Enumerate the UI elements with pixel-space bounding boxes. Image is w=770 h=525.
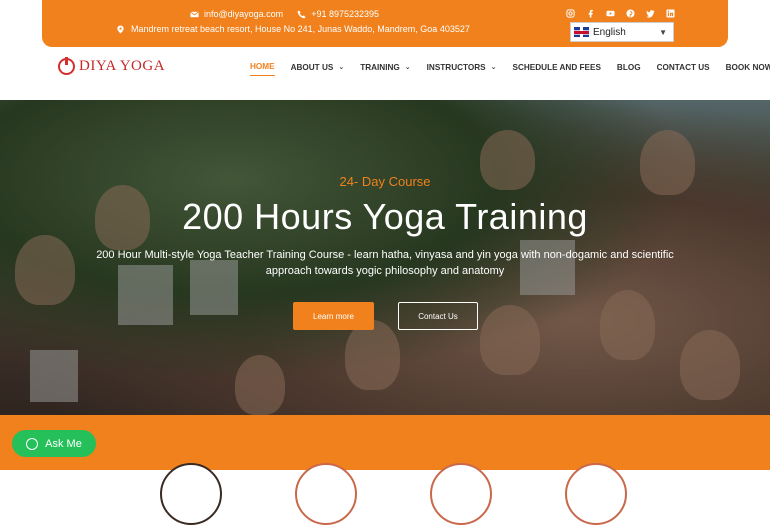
envelope-icon: [190, 10, 199, 17]
youtube-icon[interactable]: [606, 9, 615, 18]
twitter-icon[interactable]: [646, 9, 655, 18]
facebook-icon[interactable]: [586, 9, 595, 18]
hero-banner: 24- Day Course 200 Hours Yoga Training 2…: [0, 100, 770, 415]
nav-item-schedule-and-fees[interactable]: SCHEDULE AND FEES: [513, 62, 601, 76]
social-links: [566, 9, 675, 18]
logo-mark-icon: [58, 57, 75, 75]
nav-item-label: HOME: [250, 62, 275, 71]
logo-text: DIYA YOGA: [79, 58, 166, 74]
chevron-down-icon: ⌄: [490, 64, 497, 71]
nav-item-label: BOOK NOW: [725, 62, 770, 72]
nav-item-label: ABOUT US: [290, 62, 334, 72]
site-logo[interactable]: DIYA YOGA: [58, 57, 166, 75]
contact-row: info@diyayoga.com +91 8975232395: [190, 9, 379, 19]
pinterest-icon[interactable]: [626, 9, 635, 18]
whatsapp-icon: [26, 437, 39, 450]
hero-title: 200 Hours Yoga Training: [182, 196, 588, 237]
chevron-down-icon: ⌄: [338, 64, 345, 71]
nav-item-book-now[interactable]: BOOK NOW: [726, 62, 770, 76]
top-contact-bar: info@diyayoga.com +91 8975232395 Mandrem…: [42, 0, 728, 47]
nav-item-label: TRAINING: [360, 62, 400, 72]
map-pin-icon: [117, 24, 124, 34]
feature-circle: [430, 463, 492, 525]
nav-item-instructors[interactable]: INSTRUCTORS ⌄: [427, 62, 497, 76]
nav-item-home[interactable]: HOME: [250, 62, 275, 76]
address-row: Mandrem retreat beach resort, House No 2…: [116, 24, 470, 34]
instagram-icon[interactable]: [566, 9, 575, 18]
ask-me-chat-button[interactable]: Ask Me: [12, 430, 96, 457]
nav-item-blog[interactable]: BLOG: [617, 62, 641, 76]
email-text[interactable]: info@diyayoga.com: [204, 9, 283, 19]
hero-description: 200 Hour Multi-style Yoga Teacher Traini…: [96, 249, 674, 277]
nav-item-label: BLOG: [616, 62, 641, 72]
nav-item-label: INSTRUCTORS: [426, 62, 486, 72]
nav-item-label: SCHEDULE AND FEES: [512, 62, 601, 72]
main-navigation: DIYA YOGA HOME ABOUT US ⌄ TRAINING ⌄ INSTR…: [0, 48, 770, 100]
feature-circle: [160, 463, 222, 525]
language-selector[interactable]: English ▼: [570, 22, 674, 42]
feature-circle: [295, 463, 357, 525]
contact-us-button[interactable]: Contact Us: [398, 302, 478, 330]
phone-icon: [297, 9, 306, 19]
linkedin-icon[interactable]: [666, 9, 675, 18]
phone-text[interactable]: +91 8975232395: [311, 9, 379, 19]
ask-me-label: Ask Me: [45, 437, 82, 450]
address-text: Mandrem retreat beach resort, House No 2…: [131, 24, 470, 34]
hero-subtitle: 24- Day Course: [339, 174, 431, 189]
phone-item[interactable]: +91 8975232395: [297, 9, 379, 19]
nav-item-about-us[interactable]: ABOUT US ⌄: [291, 62, 345, 76]
email-item[interactable]: info@diyayoga.com: [190, 9, 283, 19]
nav-item-contact-us[interactable]: CONTACT US: [657, 62, 710, 76]
nav-menu: HOME ABOUT US ⌄ TRAINING ⌄ INSTRUCTORS ⌄ SC…: [250, 62, 770, 76]
feature-circle: [565, 463, 627, 525]
chevron-down-icon: ▼: [659, 27, 667, 37]
learn-more-button[interactable]: Learn more: [293, 302, 374, 330]
nav-item-label: CONTACT US: [656, 62, 710, 72]
language-label: English: [593, 26, 626, 38]
nav-item-training[interactable]: TRAINING ⌄: [360, 62, 410, 76]
orange-section-band: [0, 415, 770, 470]
chevron-down-icon: ⌄: [404, 64, 411, 71]
uk-flag-icon: [574, 27, 589, 37]
